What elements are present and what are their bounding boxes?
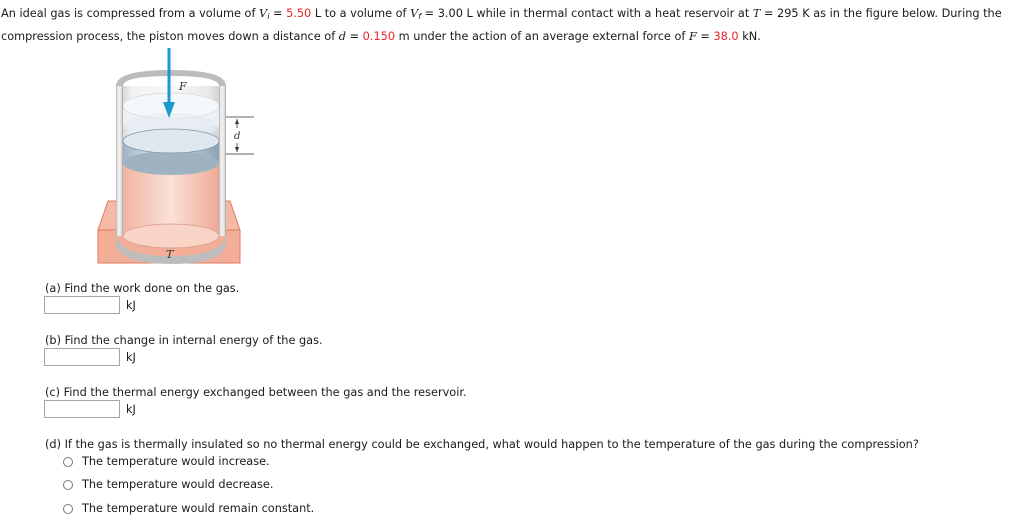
unit-label: kJ xyxy=(126,298,136,312)
radio-button[interactable] xyxy=(63,479,73,490)
work-answer-input[interactable] xyxy=(44,296,120,314)
option-decrease[interactable]: The temperature would decrease. xyxy=(63,478,273,491)
given-value: 38.0 xyxy=(713,30,739,43)
force-label: F xyxy=(178,80,187,93)
given-value: 0.150 xyxy=(362,30,396,43)
question-b-answer: kJ xyxy=(44,348,136,366)
radio-button[interactable] xyxy=(63,503,73,514)
text-segment: An ideal gas is compressed from a volume… xyxy=(1,7,260,20)
text-segment: L to a volume of xyxy=(311,7,411,20)
piston-cylinder-figure: F d T xyxy=(90,46,270,268)
text-segment: m under the action of an average externa… xyxy=(395,30,689,43)
question-a-label: (a) Find the work done on the gas. xyxy=(45,282,240,295)
option-label: The temperature would remain constant. xyxy=(82,502,315,515)
variable: F xyxy=(688,30,697,43)
option-label: The temperature would increase. xyxy=(82,455,270,468)
option-remain-constant[interactable]: The temperature would remain constant. xyxy=(63,502,314,515)
variable: d xyxy=(338,30,347,43)
text-segment: kN. xyxy=(738,30,761,43)
given-value: 5.50 xyxy=(286,7,312,20)
question-a-answer: kJ xyxy=(44,296,136,314)
problem-statement: An ideal gas is compressed from a volume… xyxy=(1,4,1021,47)
option-increase[interactable]: The temperature would increase. xyxy=(63,455,270,468)
text-segment: compression process, the piston moves do… xyxy=(1,30,339,43)
distance-label: d xyxy=(234,131,240,142)
text-segment: = xyxy=(269,7,287,20)
cylinder xyxy=(116,70,226,264)
text-segment: = 295 K as in the figure below. During t… xyxy=(760,7,1002,20)
text-segment: = xyxy=(696,30,714,43)
thermal-energy-answer-input[interactable] xyxy=(44,400,120,418)
option-label: The temperature would decrease. xyxy=(82,478,274,491)
internal-energy-answer-input[interactable] xyxy=(44,348,120,366)
question-c-answer: kJ xyxy=(44,400,136,418)
radio-button[interactable] xyxy=(63,456,73,467)
piston-cylinder-diagram: F d T xyxy=(97,48,254,264)
text-segment: = xyxy=(346,30,363,43)
question-b-label: (b) Find the change in internal energy o… xyxy=(45,334,323,347)
problem-line-2: compression process, the piston moves do… xyxy=(1,27,1021,47)
variable: V xyxy=(259,7,268,20)
question-d-label: (d) If the gas is thermally insulated so… xyxy=(45,438,919,451)
question-c-label: (c) Find the thermal energy exchanged be… xyxy=(45,386,467,399)
unit-label: kJ xyxy=(126,402,136,416)
text-segment: = 3.00 L while in thermal contact with a… xyxy=(421,7,753,20)
unit-label: kJ xyxy=(126,350,136,364)
problem-line-1: An ideal gas is compressed from a volume… xyxy=(1,4,1021,27)
